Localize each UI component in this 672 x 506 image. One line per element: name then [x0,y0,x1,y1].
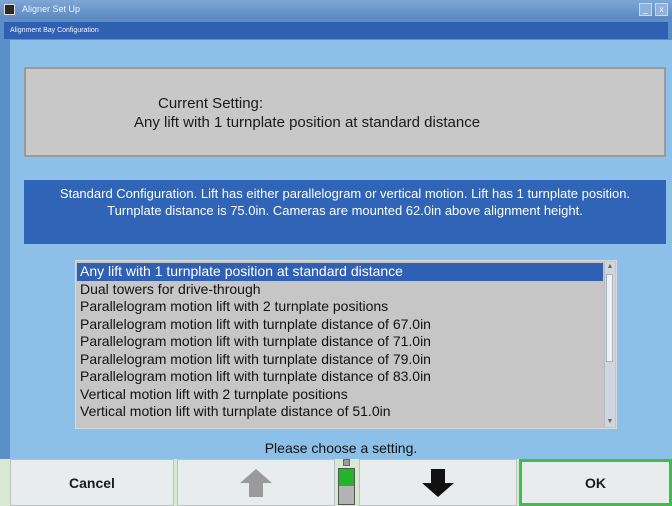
list-item[interactable]: Parallelogram motion lift with turnplate… [77,351,603,369]
list-item[interactable]: Vertical motion lift with 2 turnplate po… [77,386,603,404]
dialog-title: Alignment Bay Configuration [4,22,668,39]
list-scrollbar[interactable]: ▲ ▼ [604,262,615,427]
current-setting-panel: Current Setting: Any lift with 1 turnpla… [24,67,666,157]
configuration-description: Standard Configuration. Lift has either … [24,180,666,244]
minimize-icon[interactable]: _ [639,3,652,16]
settings-listbox[interactable]: Any lift with 1 turnplate position at st… [75,260,617,429]
cancel-button-label: Cancel [69,474,115,491]
instruction-prompt: Please choose a setting. [264,440,418,456]
down-arrow-icon [422,468,454,497]
list-item[interactable]: Parallelogram motion lift with turnplate… [77,333,603,351]
list-item[interactable]: Parallelogram motion lift with turnplate… [77,316,603,334]
list-item[interactable]: Parallelogram motion lift with turnplate… [77,368,603,386]
window-title: Aligner Set Up [22,4,81,14]
move-up-button[interactable] [177,459,335,506]
move-down-button[interactable] [359,459,517,506]
scroll-up-arrow-icon[interactable]: ▲ [605,262,615,272]
main-panel: Current Setting: Any lift with 1 turnpla… [10,40,672,506]
list-position-indicator [337,459,356,506]
position-indicator-fill [339,469,354,486]
window-controls: _ x [639,3,668,16]
scroll-down-arrow-icon[interactable]: ▼ [605,417,615,427]
position-indicator-top [343,459,350,466]
ok-button[interactable]: OK [519,459,672,506]
list-item[interactable]: Vertical motion lift with turnplate dist… [77,403,603,421]
list-item[interactable]: Any lift with 1 turnplate position at st… [77,263,603,281]
cancel-button[interactable]: Cancel [10,459,174,506]
current-setting-label: Current Setting: [158,95,264,112]
list-item[interactable]: Dual towers for drive-through [77,281,603,299]
position-indicator-body [338,468,355,505]
close-icon[interactable]: x [655,3,668,16]
window-titlebar: Aligner Set Up _ x [0,0,672,19]
bottom-button-bar: Cancel OK [0,459,672,506]
list-item[interactable]: Parallelogram motion lift with 2 turnpla… [77,298,603,316]
up-arrow-icon [240,468,272,497]
current-setting-value: Any lift with 1 turnplate position at st… [134,114,481,131]
ok-button-label: OK [585,474,606,491]
scroll-thumb[interactable] [606,274,613,362]
app-icon [4,4,15,15]
